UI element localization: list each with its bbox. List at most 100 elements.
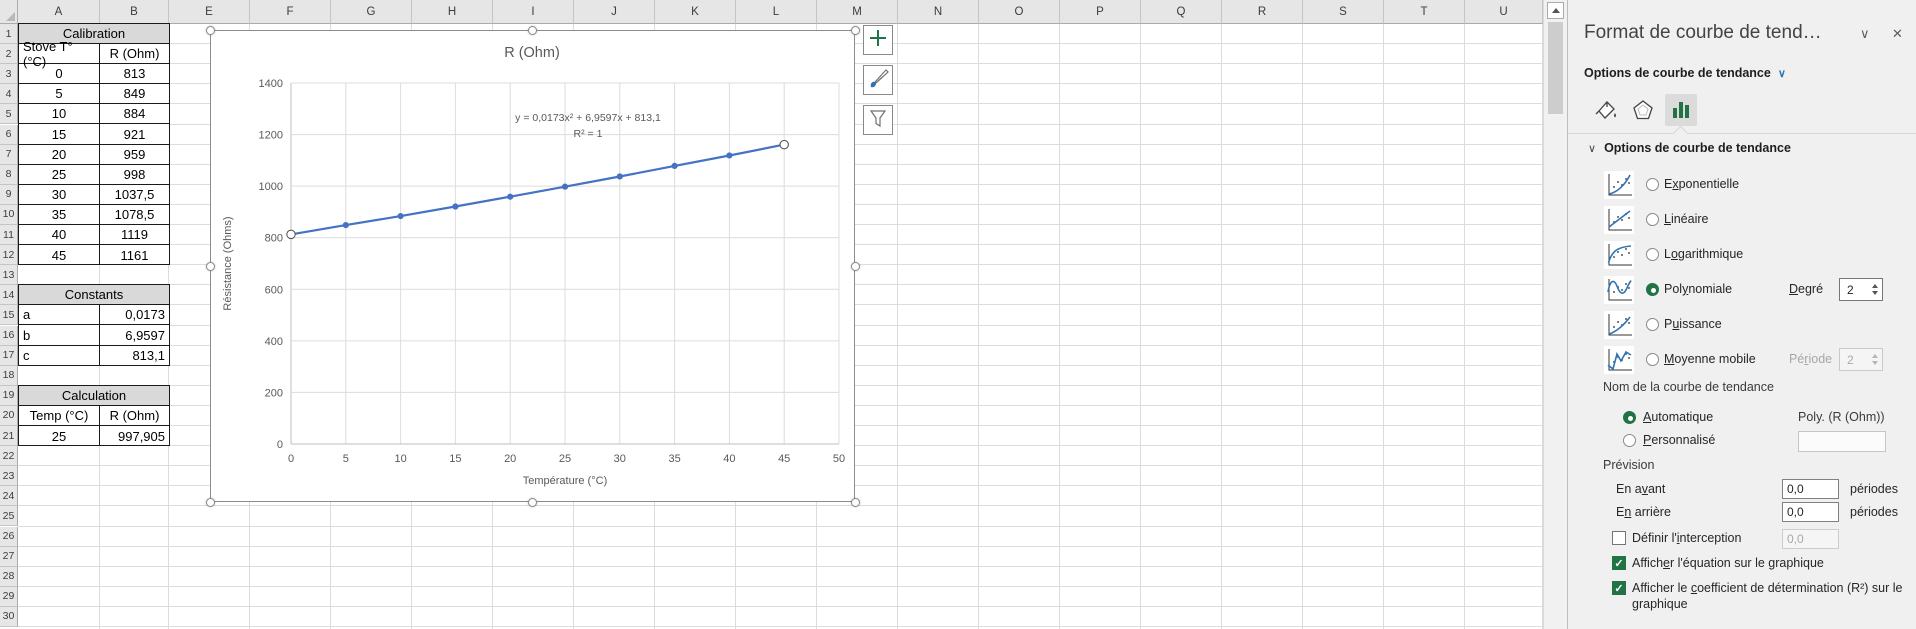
- data-point-marker[interactable]: [452, 203, 458, 209]
- table-cell[interactable]: 959: [100, 145, 169, 165]
- column-header-I[interactable]: I: [493, 0, 574, 24]
- row-header-17[interactable]: 17: [0, 346, 18, 366]
- scrollbar-thumb[interactable]: [1548, 22, 1563, 114]
- table-cell[interactable]: 25: [19, 426, 100, 446]
- table-cell[interactable]: 20: [19, 145, 100, 165]
- table-cell[interactable]: 1078,5: [100, 205, 169, 225]
- column-header-T[interactable]: T: [1384, 0, 1465, 24]
- checkbox-unchecked[interactable]: [1612, 531, 1626, 545]
- custom-name-input[interactable]: [1798, 431, 1886, 452]
- trendline-end-handle[interactable]: [287, 230, 295, 238]
- y-axis-title[interactable]: Résistance (Ohms): [222, 216, 234, 310]
- table-cell[interactable]: 0: [19, 64, 100, 84]
- data-point-marker[interactable]: [507, 194, 513, 200]
- trendline-option-moving-average[interactable]: Moyenne mobilePériode2: [1568, 346, 1916, 374]
- spinner-up-icon[interactable]: [1872, 354, 1878, 358]
- row-header-7[interactable]: 7: [0, 145, 18, 165]
- row-header-9[interactable]: 9: [0, 185, 18, 205]
- row-header-1[interactable]: 1: [0, 24, 18, 44]
- table-cell[interactable]: 813,1: [100, 346, 169, 366]
- row-header-18[interactable]: 18: [0, 366, 18, 386]
- période-spinner[interactable]: 2: [1839, 348, 1883, 371]
- table-cell[interactable]: 45: [19, 245, 100, 265]
- table-cell[interactable]: R (Ohm): [100, 44, 169, 64]
- row-header-6[interactable]: 6: [0, 125, 18, 145]
- radio-polynomial[interactable]: [1646, 283, 1659, 296]
- radio-power[interactable]: [1646, 318, 1659, 331]
- table-cell[interactable]: 10: [19, 104, 100, 124]
- column-header-S[interactable]: S: [1303, 0, 1384, 24]
- column-header-G[interactable]: G: [331, 0, 412, 24]
- trendline-option-polynomial[interactable]: PolynomialeDegré2: [1568, 276, 1916, 304]
- trendline-name-option-custom[interactable]: Personnalisé: [1568, 431, 1916, 451]
- data-point-marker[interactable]: [617, 173, 623, 179]
- trendline-chart[interactable]: 0510152025303540455002004006008001000120…: [211, 31, 854, 501]
- row-header-26[interactable]: 26: [0, 527, 18, 547]
- chart-selection-handle[interactable]: [206, 262, 215, 271]
- row-header-25[interactable]: 25: [0, 506, 18, 526]
- column-header-K[interactable]: K: [655, 0, 736, 24]
- row-header-5[interactable]: 5: [0, 104, 18, 124]
- row-header-3[interactable]: 3: [0, 64, 18, 84]
- column-header-L[interactable]: L: [736, 0, 817, 24]
- table-cell[interactable]: 6,9597: [100, 325, 169, 345]
- table-cell[interactable]: 1037,5: [100, 185, 169, 205]
- column-header-Q[interactable]: Q: [1141, 0, 1222, 24]
- chart-object[interactable]: 0510152025303540455002004006008001000120…: [210, 30, 855, 502]
- table-cell[interactable]: 40: [19, 225, 100, 245]
- data-point-marker[interactable]: [726, 152, 732, 158]
- radio-linear[interactable]: [1646, 213, 1659, 226]
- table-cell[interactable]: 884: [100, 104, 169, 124]
- table-cell[interactable]: 921: [100, 124, 169, 144]
- row-header-20[interactable]: 20: [0, 406, 18, 426]
- checkbox-checked[interactable]: ✓: [1612, 581, 1626, 595]
- forecast-input[interactable]: 0,0: [1782, 479, 1839, 499]
- trendline-r-squared-label[interactable]: R² = 1: [574, 128, 603, 140]
- data-point-marker[interactable]: [343, 222, 349, 228]
- vertical-scrollbar[interactable]: [1543, 0, 1567, 629]
- data-point-marker[interactable]: [672, 163, 678, 169]
- chart-selection-handle[interactable]: [851, 26, 860, 35]
- x-axis-title[interactable]: Température (°C): [523, 475, 607, 487]
- table-cell[interactable]: 25: [19, 165, 100, 185]
- intercept-input[interactable]: 0,0: [1782, 529, 1839, 549]
- table-cell[interactable]: R (Ohm): [100, 406, 169, 426]
- spinner-down-icon[interactable]: [1872, 361, 1878, 365]
- data-point-marker[interactable]: [562, 184, 568, 190]
- section-header-trendline-options[interactable]: ∨Options de courbe de tendance: [1588, 141, 1791, 155]
- radio-moving-average[interactable]: [1646, 353, 1659, 366]
- column-header-F[interactable]: F: [250, 0, 331, 24]
- column-header-R[interactable]: R: [1222, 0, 1303, 24]
- chart-title[interactable]: R (Ohm): [504, 45, 560, 61]
- chart-filters-button[interactable]: [863, 105, 893, 135]
- table-cell[interactable]: 849: [100, 84, 169, 104]
- pane-collapse-button[interactable]: ∨: [1860, 26, 1870, 42]
- row-header-28[interactable]: 28: [0, 567, 18, 587]
- select-all-corner[interactable]: [0, 0, 18, 24]
- table-cell[interactable]: 813: [100, 64, 169, 84]
- table-cell[interactable]: a: [19, 305, 100, 325]
- table-cell[interactable]: Stove T° (°C): [19, 44, 100, 64]
- trendline-option-power[interactable]: Puissance: [1568, 311, 1916, 339]
- trendline-option-logarithmic[interactable]: Logarithmique: [1568, 241, 1916, 269]
- row-header-23[interactable]: 23: [0, 466, 18, 486]
- row-header-8[interactable]: 8: [0, 165, 18, 185]
- chart-selection-handle[interactable]: [206, 498, 215, 507]
- row-header-27[interactable]: 27: [0, 547, 18, 567]
- column-header-M[interactable]: M: [817, 0, 898, 24]
- column-header-B[interactable]: B: [100, 0, 169, 24]
- data-point-marker[interactable]: [398, 213, 404, 219]
- chart-selection-handle[interactable]: [528, 498, 537, 507]
- column-header-U[interactable]: U: [1465, 0, 1543, 24]
- row-header-29[interactable]: 29: [0, 587, 18, 607]
- chart-selection-handle[interactable]: [851, 498, 860, 507]
- column-header-E[interactable]: E: [169, 0, 250, 24]
- row-header-19[interactable]: 19: [0, 386, 18, 406]
- column-header-A[interactable]: A: [18, 0, 100, 24]
- radio-name-custom[interactable]: [1623, 434, 1636, 447]
- chart-selection-handle[interactable]: [206, 26, 215, 35]
- spinner-down-icon[interactable]: [1872, 291, 1878, 295]
- radio-name-automatic[interactable]: [1623, 411, 1636, 424]
- trendline-option-exponential[interactable]: Exponentielle: [1568, 171, 1916, 199]
- table-cell[interactable]: 1161: [100, 245, 169, 265]
